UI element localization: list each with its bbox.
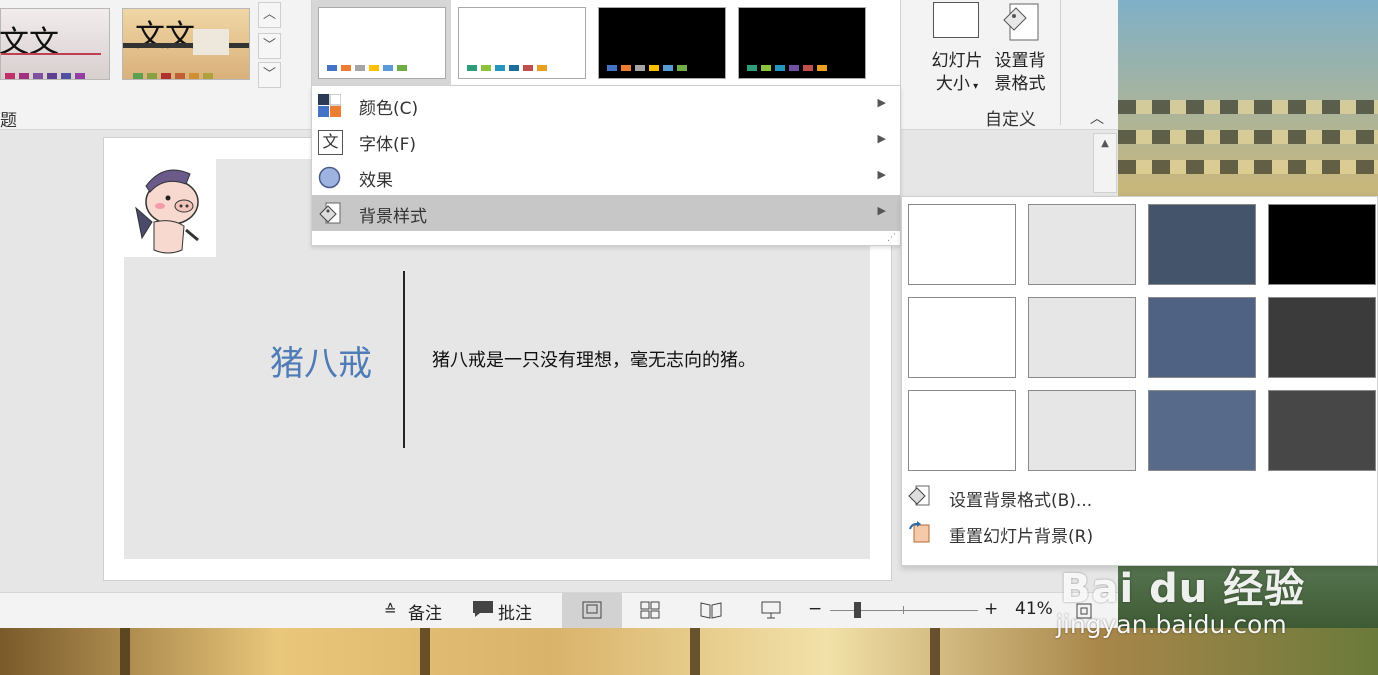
- scroll-up-arrow-icon[interactable]: ▲: [1094, 138, 1116, 149]
- background-style-swatch[interactable]: [1268, 390, 1376, 471]
- gallery-more-icon: ﹀: [262, 67, 276, 82]
- submenu-arrow-icon: ▶: [877, 168, 886, 181]
- comments-icon: [472, 600, 494, 623]
- status-bar: ≙ 备注 批注 − + 41%: [0, 592, 1118, 628]
- resize-grip-icon[interactable]: ⋰: [887, 233, 896, 243]
- background-style-swatch[interactable]: [908, 297, 1016, 378]
- notes-icon: ≙: [384, 601, 397, 619]
- font-icon: 文: [318, 130, 343, 155]
- zoom-in-button[interactable]: +: [984, 599, 998, 619]
- background-style-swatch[interactable]: [908, 390, 1016, 471]
- customize-group-label: 自定义: [985, 110, 1036, 130]
- reset-background-icon: [908, 521, 930, 543]
- variant-thumbnail[interactable]: [458, 7, 586, 79]
- submenu-arrow-icon: ▶: [877, 96, 886, 109]
- background-style-swatch[interactable]: [1148, 204, 1256, 285]
- zoom-level[interactable]: 41%: [1015, 599, 1053, 619]
- format-background-button[interactable]: 设置背 景格式: [990, 50, 1050, 96]
- background-style-swatch[interactable]: [1028, 390, 1136, 471]
- chevron-up-icon: ︿: [262, 7, 276, 22]
- color-palette-icon: [318, 93, 342, 117]
- baidu-watermark-url: jingyan.baidu.com: [1056, 610, 1287, 639]
- gallery-scroll-down-button[interactable]: ﹀: [258, 33, 281, 59]
- gallery-more-button[interactable]: ﹀: [258, 62, 281, 88]
- slide-body-text[interactable]: 猪八戒是一只没有理想，毫无志向的猪。: [432, 346, 756, 372]
- background-style-swatch[interactable]: [1268, 204, 1376, 285]
- theme-thumbnail[interactable]: 文文: [122, 8, 250, 80]
- slide-title[interactable]: 猪八戒: [270, 336, 372, 385]
- background-style-swatch[interactable]: [1028, 297, 1136, 378]
- vertical-scrollbar[interactable]: ▲: [1093, 133, 1117, 193]
- reading-view-button[interactable]: [700, 601, 722, 624]
- theme-thumbnail[interactable]: 文文: [0, 8, 110, 80]
- variant-thumbnail[interactable]: [598, 7, 726, 79]
- background-style-swatch[interactable]: [1148, 390, 1256, 471]
- normal-view-button[interactable]: [562, 593, 622, 628]
- theme-group-label: 题: [0, 111, 17, 131]
- slide-size-button[interactable]: 幻灯片 大小 ▾: [926, 50, 988, 98]
- slide-divider-line: [403, 271, 405, 448]
- variant-thumbnail[interactable]: [738, 7, 866, 79]
- variant-thumbnail[interactable]: [318, 7, 446, 79]
- comments-button[interactable]: 批注: [498, 599, 532, 624]
- slideshow-button[interactable]: [760, 600, 782, 625]
- background-style-swatch[interactable]: [1148, 297, 1256, 378]
- chevron-down-icon: ﹀: [262, 38, 276, 53]
- menu-item-background-styles[interactable]: 背景样式 ▶: [312, 195, 900, 231]
- zoom-out-button[interactable]: −: [808, 599, 822, 619]
- background-style-swatch[interactable]: [1268, 297, 1376, 378]
- slideshow-icon: [761, 601, 781, 619]
- theme-thumbnail-text: 文文: [135, 19, 195, 54]
- zoom-slider-track[interactable]: [830, 610, 978, 611]
- background-style-icon: [318, 202, 341, 225]
- baidu-watermark-logo: Bai du 经验: [1060, 566, 1306, 612]
- pig-character-image[interactable]: [124, 160, 216, 257]
- menu-item-fonts[interactable]: 文 字体(F) ▶: [312, 123, 900, 159]
- format-background-command[interactable]: 设置背景格式(B)...: [949, 486, 1092, 511]
- submenu-arrow-icon: ▶: [877, 132, 886, 145]
- format-background-icon: [908, 485, 930, 507]
- background-style-swatch[interactable]: [908, 204, 1016, 285]
- background-style-swatch[interactable]: [1028, 204, 1136, 285]
- zoom-slider-thumb[interactable]: [854, 602, 861, 618]
- slide-sorter-icon: [640, 601, 660, 619]
- effects-icon: [318, 166, 341, 189]
- dropdown-arrow-icon: ▾: [969, 81, 979, 92]
- slide-content-panel: [124, 257, 870, 559]
- slide-size-icon: [933, 2, 979, 38]
- variants-gallery: [311, 0, 901, 86]
- gallery-scroll-up-button[interactable]: ︿: [258, 2, 281, 28]
- menu-item-colors[interactable]: 颜色(C) ▶: [312, 87, 900, 123]
- submenu-arrow-icon: ▶: [877, 204, 886, 217]
- variants-dropdown-menu: 颜色(C) ▶ 文 字体(F) ▶ 效果 ▶ 背景样式 ▶ ⋰: [311, 86, 901, 246]
- menu-item-effects[interactable]: 效果 ▶: [312, 159, 900, 195]
- format-background-icon: [1000, 2, 1040, 42]
- background-styles-flyout: 设置背景格式(B)... 重置幻灯片背景(R): [901, 196, 1378, 566]
- normal-view-icon: [582, 601, 602, 619]
- slide-sorter-view-button[interactable]: [640, 601, 660, 624]
- reset-background-command[interactable]: 重置幻灯片背景(R): [949, 522, 1093, 547]
- reading-view-icon: [700, 602, 722, 619]
- notes-button[interactable]: 备注: [408, 599, 442, 624]
- collapse-ribbon-icon[interactable]: ︿: [1090, 108, 1104, 128]
